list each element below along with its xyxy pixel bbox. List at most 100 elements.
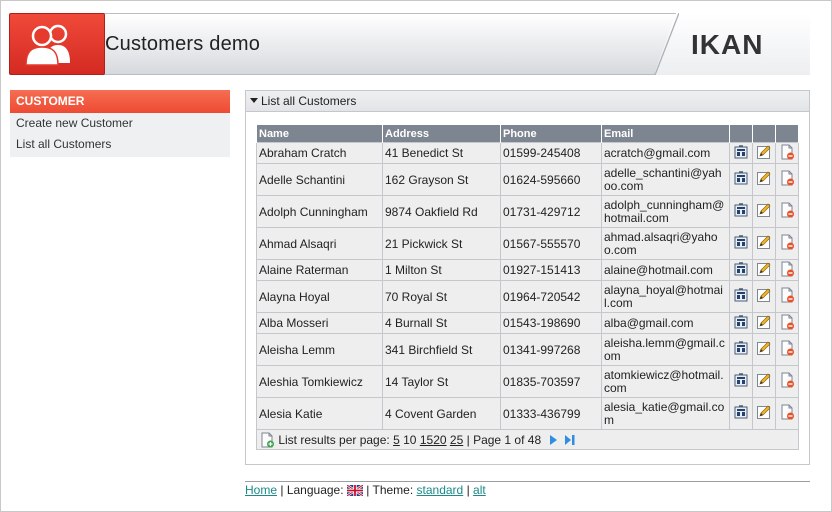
edit-icon[interactable] (756, 261, 772, 280)
theme-alt-link[interactable]: alt (473, 483, 486, 497)
view-icon[interactable] (733, 340, 749, 359)
sidebar-item-list-customers[interactable]: List all Customers (10, 134, 230, 155)
delete-icon[interactable] (779, 170, 795, 189)
edit-icon[interactable] (756, 170, 772, 189)
cell-phone: 01731-429712 (500, 195, 602, 228)
page-indicator: Page 1 of 48 (473, 432, 542, 447)
view-cell (729, 259, 753, 281)
page-size-5[interactable]: 5 (393, 433, 400, 447)
edit-icon[interactable] (756, 287, 772, 306)
cell-name: Alayna Hoyal (256, 280, 383, 313)
cell-address: 341 Birchfield St (382, 333, 501, 366)
column-header-email[interactable]: Email (601, 124, 730, 143)
cell-name: Aleshia Tomkiewicz (256, 365, 383, 398)
footer-divider (245, 481, 810, 482)
cell-phone: 01624-595660 (500, 163, 602, 196)
view-icon[interactable] (733, 234, 749, 253)
edit-icon[interactable] (756, 340, 772, 359)
cell-email: adolph_cunningham@ hotmail.com (601, 195, 730, 228)
customers-table: Name Address Phone Email Abraham Cratch 4… (256, 124, 799, 450)
view-icon[interactable] (733, 404, 749, 423)
customers-panel: List all Customers Name Address Phone Em… (245, 90, 810, 465)
column-header-name[interactable]: Name (256, 124, 383, 143)
language-label: Language: (286, 483, 344, 497)
delete-icon[interactable] (779, 314, 795, 333)
page-size-25[interactable]: 25 (450, 433, 463, 447)
view-cell (729, 365, 753, 398)
panel-header[interactable]: List all Customers (246, 91, 809, 112)
edit-cell (752, 195, 776, 228)
table-row: Adelle Schantini 162 Grayson St 01624-5956… (256, 163, 799, 196)
email-text: alaine@hotmail.com (604, 262, 713, 277)
table-row: Aleshia Tomkiewicz 14 Taylor St 01835-7035… (256, 365, 799, 398)
delete-icon[interactable] (779, 404, 795, 423)
delete-cell (775, 142, 799, 164)
delete-cell (775, 259, 799, 281)
page-size-20[interactable]: 20 (433, 433, 446, 447)
cell-name: Adolph Cunningham (256, 195, 383, 228)
cell-phone: 01599-245408 (500, 142, 602, 164)
cell-phone: 01333-436799 (500, 397, 602, 430)
cell-email: acratch@gmail.com (601, 142, 730, 164)
email-text: acratch@gmail.com (604, 145, 711, 160)
email-text: alayna_hoyal@hotmai (604, 282, 723, 297)
edit-icon[interactable] (756, 144, 772, 163)
cell-name: Abraham Cratch (256, 142, 383, 164)
edit-icon[interactable] (756, 202, 772, 221)
email-text: alba@gmail.com (604, 315, 694, 330)
view-icon[interactable] (733, 202, 749, 221)
home-link[interactable]: Home (245, 483, 277, 497)
edit-icon[interactable] (756, 234, 772, 253)
email-text: oo.com (604, 178, 644, 193)
page-size-15[interactable]: 15 (420, 433, 433, 447)
view-cell (729, 142, 753, 164)
email-text: adolph_cunningham@ (604, 197, 725, 212)
delete-icon[interactable] (779, 144, 795, 163)
view-icon[interactable] (733, 170, 749, 189)
cell-address: 14 Taylor St (382, 365, 501, 398)
delete-icon[interactable] (779, 287, 795, 306)
edit-icon[interactable] (756, 372, 772, 391)
add-record-icon[interactable] (259, 432, 275, 448)
view-icon[interactable] (733, 144, 749, 163)
edit-cell (752, 227, 776, 260)
edit-cell (752, 312, 776, 334)
pager-separator: | (466, 432, 470, 447)
column-header-address[interactable]: Address (382, 124, 501, 143)
view-icon[interactable] (733, 261, 749, 280)
edit-cell (752, 163, 776, 196)
table-row: Ahmad Alsaqri 21 Pickwick St 01567-555570 a… (256, 227, 799, 260)
column-header-phone[interactable]: Phone (500, 124, 602, 143)
delete-icon[interactable] (779, 340, 795, 359)
cell-email: ahmad.alsaqri@yaho o.com (601, 227, 730, 260)
view-icon[interactable] (733, 287, 749, 306)
table-row: Adolph Cunningham 9874 Oakfield Rd 01731-4… (256, 195, 799, 228)
last-page-icon[interactable] (563, 434, 576, 446)
view-icon[interactable] (733, 314, 749, 333)
delete-icon[interactable] (779, 234, 795, 253)
cell-address: 41 Benedict St (382, 142, 501, 164)
panel-title: List all Customers (261, 94, 357, 108)
delete-icon[interactable] (779, 202, 795, 221)
next-page-icon[interactable] (547, 434, 559, 446)
theme-label: Theme: (372, 483, 414, 497)
cell-phone: 01927-151413 (500, 259, 602, 281)
edit-cell (752, 397, 776, 430)
cell-address: 4 Burnall St (382, 312, 501, 334)
delete-cell (775, 365, 799, 398)
sidebar-item-create-customer[interactable]: Create new Customer (10, 113, 230, 134)
edit-icon[interactable] (756, 404, 772, 423)
email-text: l.com (604, 295, 633, 310)
cell-email: aleisha.lemm@gmail.c om (601, 333, 730, 366)
edit-icon[interactable] (756, 314, 772, 333)
cell-phone: 01835-703597 (500, 365, 602, 398)
theme-standard-link[interactable]: standard (417, 483, 464, 497)
brand-logo: IKAN (691, 29, 764, 60)
email-text: hotmail.com (604, 210, 669, 225)
delete-icon[interactable] (779, 372, 795, 391)
page-size-10: 10 (403, 432, 417, 447)
table-row: Alesia Katie 4 Covent Garden 01333-436799 a… (256, 397, 799, 430)
uk-flag-icon[interactable] (346, 485, 363, 496)
delete-icon[interactable] (779, 261, 795, 280)
view-icon[interactable] (733, 372, 749, 391)
